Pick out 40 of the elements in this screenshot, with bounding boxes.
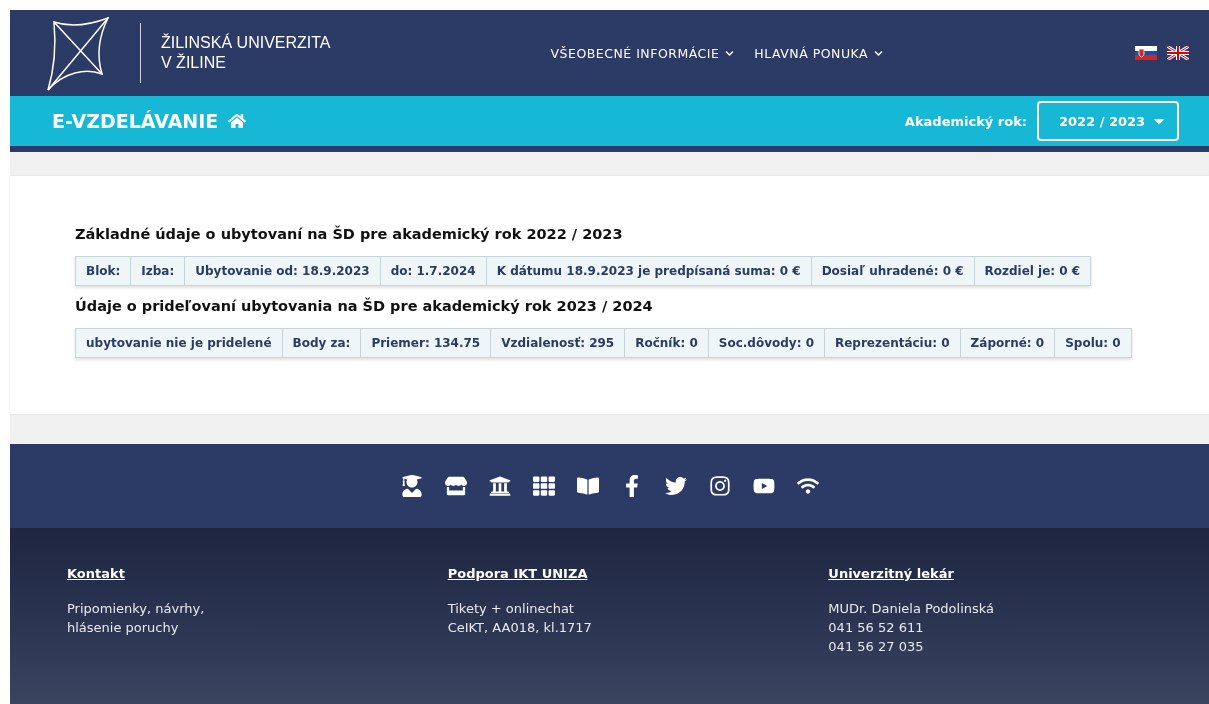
table-cell: Blok: <box>76 257 131 285</box>
table-cell: Ročník: 0 <box>624 329 708 357</box>
grid-icon[interactable] <box>531 475 556 497</box>
book-icon[interactable] <box>575 475 600 497</box>
footer-heading-link[interactable]: Podpora IKT UNIZA <box>447 566 588 581</box>
footer-text: MUDr. Daniela Podolinská 041 56 52 611 041 56 27 035 <box>828 600 996 656</box>
table-cell: Soc.dôvody: 0 <box>707 329 824 357</box>
uk-flag-icon[interactable] <box>1167 46 1189 60</box>
university-name: ŽILINSKÁ UNIVERZITA V ŽILINE <box>161 33 331 73</box>
twitter-icon[interactable] <box>663 475 688 497</box>
table-cell: Ubytovanie od: 18.9.2023 <box>184 257 380 285</box>
building-icon[interactable] <box>443 475 468 497</box>
footer-text: Tikety + onlinechat CeIKT, AA018, kl.1717 <box>447 600 593 637</box>
chevron-down-icon <box>874 48 884 58</box>
table-cell: Vzdialenosť: 295 <box>490 329 625 357</box>
table-cell: Rozdiel je: 0 € <box>973 257 1091 285</box>
slovak-flag-icon[interactable] <box>1135 46 1157 60</box>
table-cell: Body za: <box>281 329 361 357</box>
nav-menu-link[interactable]: HLAVNÁ PONUKA <box>754 45 884 61</box>
year-label: Akademický rok: <box>904 113 1027 129</box>
section-heading: Základné údaje o ubytovaní na ŠD pre akademický rok 2022 / 2023 <box>75 226 624 242</box>
instagram-icon[interactable] <box>707 475 732 497</box>
chevron-down-icon <box>725 48 735 58</box>
table-cell: Priemer: 134.75 <box>360 329 491 357</box>
graduate-icon[interactable] <box>399 475 424 497</box>
footer-heading-link[interactable]: Kontakt <box>67 566 125 581</box>
table-cell: Dosiaľ uhradené: 0 € <box>810 257 974 285</box>
section-title: E-VZDELÁVANIE <box>52 110 219 132</box>
footer-text: Pripomienky, návrhy, hlásenie poruchy <box>67 600 206 637</box>
table-cell: K dátumu 18.9.2023 je predpísaná suma: 0 € <box>485 257 811 285</box>
nav-menu-link[interactable]: VŠEOBECNÉ INFORMÁCIE <box>550 45 735 61</box>
footer-heading-link[interactable]: Univerzitný lekár <box>828 566 954 581</box>
table-cell: Záporné: 0 <box>959 329 1055 357</box>
table-cell: Spolu: 0 <box>1054 329 1131 357</box>
section-heading: Údaje o prideľovaní ubytovania na ŠD pre akademický rok 2023 / 2024 <box>75 298 654 314</box>
table-cell: do: 1.7.2024 <box>379 257 486 285</box>
bank-building-icon[interactable] <box>487 475 512 497</box>
table-cell: Reprezentáciu: 0 <box>824 329 960 357</box>
table-cell: ubytovanie nie je pridelené <box>76 329 282 357</box>
table-cell: Izba: <box>130 257 185 285</box>
